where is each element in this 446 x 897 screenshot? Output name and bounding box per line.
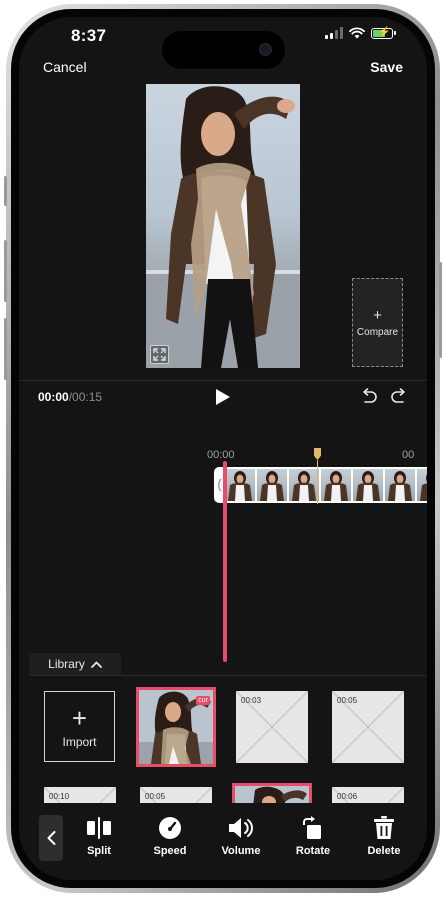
timeline-thumbnail <box>257 469 287 501</box>
speaker-icon <box>229 818 253 838</box>
delete-label: Delete <box>367 845 401 857</box>
speedometer-icon <box>159 817 181 839</box>
rotate-button[interactable]: Rotate <box>283 816 343 857</box>
camera-icon <box>259 43 272 56</box>
clip-duration: 00:10 <box>49 792 70 801</box>
speed-button[interactable]: Speed <box>140 816 200 857</box>
clip-duration: 00:06 <box>337 792 358 801</box>
timeline-clip-strip[interactable] <box>214 467 427 503</box>
clip-handle-icon <box>218 478 222 492</box>
library-clip[interactable]: 00:05 <box>332 691 404 763</box>
wifi-icon <box>349 27 365 39</box>
current-time: 00:00 <box>38 390 69 404</box>
delete-button[interactable]: Delete <box>354 816 414 857</box>
preview-divider <box>19 380 427 381</box>
play-button[interactable] <box>216 389 230 405</box>
cancel-button[interactable]: Cancel <box>43 59 87 75</box>
battery-icon: ⚡ <box>371 26 396 39</box>
dynamic-island <box>162 31 285 69</box>
trash-icon <box>374 816 394 839</box>
timeline-thumbnail <box>385 469 415 501</box>
import-label: Import <box>62 734 97 749</box>
volume-button[interactable]: Volume <box>211 816 271 857</box>
status-time: 8:37 <box>71 26 107 45</box>
timeline-thumbnail <box>289 469 319 501</box>
charging-bolt-icon: ⚡ <box>378 26 391 38</box>
status-icons: ⚡ <box>325 26 396 39</box>
undo-icon[interactable] <box>359 386 379 406</box>
rotate-icon <box>303 816 321 839</box>
timeline-tick-next: 00 <box>402 449 415 461</box>
save-button[interactable]: Save <box>370 59 403 75</box>
screen: 8:37 ⚡ Cancel Save + Compare 00:00/00:15… <box>19 17 427 880</box>
rotate-label: Rotate <box>295 845 331 857</box>
keyframe-marker-line <box>317 460 318 504</box>
library-clip[interactable]: 00:03 <box>236 691 308 763</box>
action-button <box>4 176 7 206</box>
timeline-thumbnail <box>417 469 427 501</box>
chevron-up-icon <box>90 661 102 668</box>
expand-arrows-icon <box>153 348 166 361</box>
volume-label: Volume <box>221 845 261 857</box>
signal-icon <box>325 27 343 39</box>
split-label: Split <box>87 845 111 857</box>
split-button[interactable]: Split <box>69 816 129 857</box>
fullscreen-icon[interactable] <box>150 345 169 364</box>
import-button[interactable]: + Import <box>44 691 115 762</box>
volume-down-button <box>4 318 7 380</box>
phone-frame: 8:37 ⚡ Cancel Save + Compare 00:00/00:15… <box>0 0 446 897</box>
timeline-thumbnail <box>321 469 351 501</box>
video-preview[interactable] <box>146 84 300 368</box>
preview-frame-image <box>146 86 300 368</box>
split-icon <box>87 817 111 839</box>
current-clip-badge: cur <box>196 696 210 705</box>
library-tab-label: Library <box>48 657 85 671</box>
playhead[interactable] <box>223 461 227 662</box>
redo-icon[interactable] <box>389 386 409 406</box>
back-button[interactable] <box>39 815 63 861</box>
compare-label: Compare <box>356 327 399 338</box>
timeline-tick-start: 00:00 <box>207 449 235 461</box>
clip-duration: 00:03 <box>241 696 262 705</box>
keyframe-marker[interactable] <box>314 448 321 460</box>
volume-up-button <box>4 240 7 302</box>
timeline-thumbnail <box>225 469 255 501</box>
speed-label: Speed <box>153 845 187 857</box>
playback-timecode: 00:00/00:15 <box>38 390 102 404</box>
clip-duration: 00:05 <box>145 792 166 801</box>
clip-duration: 00:05 <box>337 696 358 705</box>
compare-button[interactable]: + Compare <box>352 278 403 367</box>
timeline-thumbnail <box>353 469 383 501</box>
chevron-left-icon <box>47 831 55 845</box>
library-clip[interactable]: cur <box>136 687 216 767</box>
import-plus-icon: + <box>71 702 88 733</box>
compare-plus-icon: + <box>373 307 382 324</box>
total-time: /00:15 <box>68 390 103 404</box>
power-button <box>439 262 442 358</box>
library-tab[interactable]: Library <box>29 653 121 675</box>
